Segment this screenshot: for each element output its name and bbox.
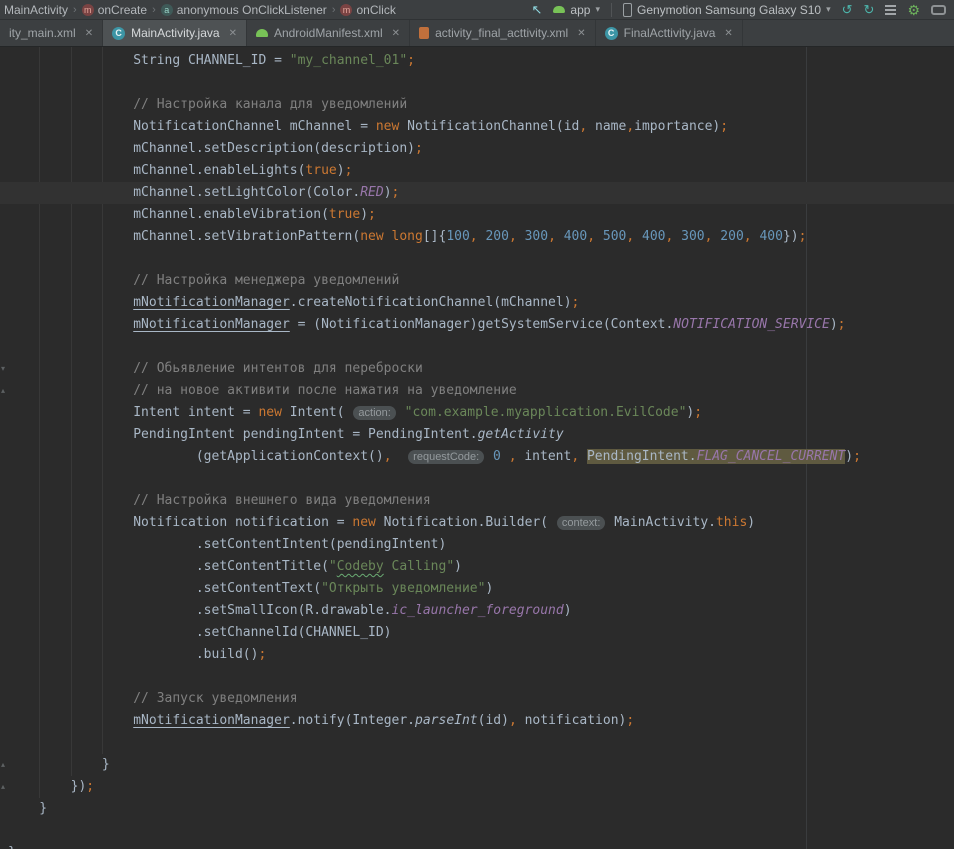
fold-marker-icon[interactable]: ▴	[1, 783, 5, 791]
run-config-selector[interactable]: app ▾	[553, 3, 600, 17]
fold-marker-icon[interactable]: ▴	[1, 761, 5, 769]
code-line[interactable]: .build();	[0, 644, 954, 666]
code-line[interactable]: // Запуск уведомления	[0, 688, 954, 710]
code-line[interactable]: mChannel.enableVibration(true);	[0, 204, 954, 226]
close-icon[interactable]: ✕	[229, 28, 237, 39]
code-line[interactable]: Notification notification = new Notifica…	[0, 512, 954, 534]
tab-ity_main.xml[interactable]: ity_main.xml ✕	[0, 20, 103, 46]
code-line[interactable]: }	[0, 842, 954, 849]
breadcrumb-separator: ›	[152, 4, 156, 16]
code-line[interactable]	[0, 336, 954, 358]
code-line[interactable]: // Настройка канала для уведомлений	[0, 94, 954, 116]
top-toolbar: MainActivity › m onCreate › a anonymous OnClic…	[0, 0, 954, 20]
code-line[interactable]: }	[0, 754, 954, 776]
class-file-icon: C	[112, 27, 125, 40]
code-line[interactable]: // Обьявление интентов для переброски	[0, 358, 954, 380]
code-line[interactable]	[0, 248, 954, 270]
code-line[interactable]: mNotificationManager = (NotificationMana…	[0, 314, 954, 336]
code-line[interactable]: }	[0, 798, 954, 820]
tab-label: AndroidManifest.xml	[274, 26, 383, 40]
android-icon	[553, 6, 565, 13]
code-line[interactable]: (getApplicationContext(), requestCode: 0…	[0, 446, 954, 468]
code-line[interactable]	[0, 72, 954, 94]
toolbar-right: ↖ app ▾ Genymotion Samsung Galaxy S10 ▾ …	[532, 3, 946, 17]
chevron-down-icon: ▾	[826, 4, 831, 15]
breadcrumb-label: onClick	[356, 3, 395, 17]
code-line[interactable]: // Настройка внешнего вида уведомления	[0, 490, 954, 512]
tab-FinalActtivity.java[interactable]: C FinalActtivity.java ✕	[596, 20, 743, 46]
layout-file-icon	[419, 27, 429, 39]
breadcrumb-separator: ›	[332, 4, 336, 16]
refresh-icon[interactable]: ↺	[842, 3, 853, 16]
close-icon[interactable]: ✕	[85, 28, 93, 39]
tab-MainActivity.java[interactable]: C MainActivity.java ✕	[103, 20, 247, 46]
code-line[interactable]: Intent intent = new Intent( action: "com…	[0, 402, 954, 424]
logcat-icon[interactable]	[885, 5, 896, 15]
method-icon: m	[82, 4, 94, 16]
code-line[interactable]: });	[0, 776, 954, 798]
breadcrumb: MainActivity › m onCreate › a anonymous OnClic…	[2, 3, 398, 17]
breadcrumb-label: onCreate	[98, 3, 147, 17]
device-selector[interactable]: Genymotion Samsung Galaxy S10 ▾	[623, 3, 831, 17]
anonymous-class-icon: a	[161, 4, 173, 16]
close-icon[interactable]: ✕	[577, 28, 585, 39]
restart-icon[interactable]: ↻	[864, 3, 875, 16]
tab-label: activity_final_acttivity.xml	[435, 26, 568, 40]
device-label: Genymotion Samsung Galaxy S10	[637, 3, 821, 17]
code-line[interactable]: mChannel.setDescription(description);	[0, 138, 954, 160]
android-file-icon	[256, 29, 268, 37]
code-editor[interactable]: String CHANNEL_ID = "my_channel_01"; // …	[0, 47, 954, 849]
breadcrumb-label: MainActivity	[4, 3, 68, 17]
code-line[interactable]: mChannel.setVibrationPattern(new long[]{…	[0, 226, 954, 248]
tab-AndroidManifest.xml[interactable]: AndroidManifest.xml ✕	[247, 20, 410, 46]
code-line[interactable]: // на новое активити после нажатия на ув…	[0, 380, 954, 402]
toolbar-separator	[611, 3, 612, 17]
fold-marker-icon[interactable]: ▴	[1, 387, 5, 395]
fold-marker-icon[interactable]: ▾	[1, 365, 5, 373]
code-line[interactable]: String CHANNEL_ID = "my_channel_01";	[0, 50, 954, 72]
tab-activity_final_acttivity.xml[interactable]: activity_final_acttivity.xml ✕	[410, 20, 596, 46]
breadcrumb-item[interactable]: m onClick	[338, 3, 397, 17]
tab-label: MainActivity.java	[131, 26, 219, 40]
phone-icon	[623, 3, 632, 17]
device-controls-icon[interactable]	[931, 5, 946, 15]
run-config-label: app	[570, 3, 590, 17]
code-line[interactable]: .setContentTitle("Codeby Calling")	[0, 556, 954, 578]
tab-label: ity_main.xml	[9, 26, 76, 40]
code-line[interactable]: .setContentText("Открыть уведомление")	[0, 578, 954, 600]
code-line[interactable]: PendingIntent pendingIntent = PendingInt…	[0, 424, 954, 446]
code-line[interactable]	[0, 468, 954, 490]
close-icon[interactable]: ✕	[724, 28, 732, 39]
code-line[interactable]	[0, 732, 954, 754]
code-line[interactable]: mNotificationManager.notify(Integer.pars…	[0, 710, 954, 732]
code-line[interactable]: .setChannelId(CHANNEL_ID)	[0, 622, 954, 644]
breadcrumb-item[interactable]: MainActivity	[2, 3, 70, 17]
code-line[interactable]: mChannel.enableLights(true);	[0, 160, 954, 182]
cursor-icon[interactable]: ↖	[532, 3, 543, 16]
breadcrumb-label: anonymous OnClickListener	[177, 3, 327, 17]
tab-label: FinalActtivity.java	[624, 26, 716, 40]
code-line[interactable]: mChannel.setLightColor(Color.RED);	[0, 182, 954, 204]
breadcrumb-item[interactable]: m onCreate	[80, 3, 149, 17]
code-line[interactable]	[0, 666, 954, 688]
code-line[interactable]: NotificationChannel mChannel = new Notif…	[0, 116, 954, 138]
code-line[interactable]: .setSmallIcon(R.drawable.ic_launcher_for…	[0, 600, 954, 622]
breadcrumb-item[interactable]: a anonymous OnClickListener	[159, 3, 329, 17]
class-file-icon: C	[605, 27, 618, 40]
editor-tab-bar: ity_main.xml✕CMainActivity.java✕AndroidM…	[0, 20, 954, 47]
breadcrumb-separator: ›	[73, 4, 77, 16]
code-area[interactable]: String CHANNEL_ID = "my_channel_01"; // …	[0, 47, 954, 849]
code-line[interactable]	[0, 820, 954, 842]
code-line[interactable]: .setContentIntent(pendingIntent)	[0, 534, 954, 556]
code-line[interactable]: // Настройка менеджера уведомлений	[0, 270, 954, 292]
ide-window: MainActivity › m onCreate › a anonymous OnClic…	[0, 0, 954, 849]
code-line[interactable]: mNotificationManager.createNotificationC…	[0, 292, 954, 314]
chevron-down-icon: ▾	[595, 4, 600, 15]
method-icon: m	[340, 4, 352, 16]
settings-gear-icon[interactable]: ⚙	[907, 3, 920, 17]
close-icon[interactable]: ✕	[392, 28, 400, 39]
